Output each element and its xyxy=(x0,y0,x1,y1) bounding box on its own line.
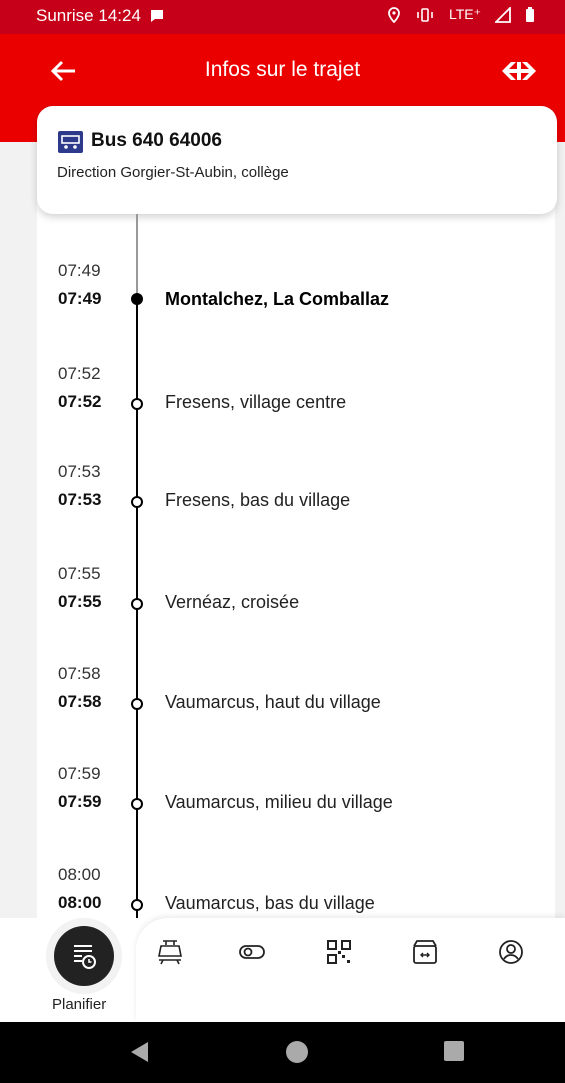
planifier-button[interactable] xyxy=(54,926,114,986)
status-bar: Sunrise 14:24 LTE⁺ xyxy=(0,0,565,34)
stop-row[interactable]: 07:52 07:52 Fresens, village centre xyxy=(0,364,565,434)
planned-time: 07:49 xyxy=(58,261,101,280)
android-nav-bar xyxy=(0,1022,565,1083)
stop-row[interactable]: 07:53 07:53 Fresens, bas du village xyxy=(0,462,565,532)
stop-row[interactable]: 07:55 07:55 Vernéaz, croisée xyxy=(0,564,565,634)
stop-name: Vaumarcus, bas du village xyxy=(165,893,375,913)
planifier-label: Planifier xyxy=(52,996,107,1013)
stop-name: Fresens, village centre xyxy=(165,392,347,412)
stop-dot-icon xyxy=(131,798,143,810)
stop-row[interactable]: 07:49 07:49 Montalchez, La Comballaz xyxy=(0,261,565,331)
stop-row[interactable]: 07:58 07:58 Vaumarcus, haut du village xyxy=(0,664,565,734)
stop-name: Vaumarcus, milieu du village xyxy=(165,792,393,812)
actual-time: 08:00 xyxy=(58,893,102,912)
account-icon[interactable] xyxy=(497,938,525,966)
vibrate-icon xyxy=(417,7,433,22)
actual-time: 07:49 xyxy=(58,289,102,308)
actual-time: 07:59 xyxy=(58,792,102,811)
direction-text: Direction Gorgier-St-Aubin, collège xyxy=(57,164,289,181)
stop-dot-icon xyxy=(131,598,143,610)
stop-name: Vernéaz, croisée xyxy=(165,592,300,612)
signal-icon xyxy=(495,6,511,23)
planned-time: 07:53 xyxy=(58,462,101,481)
planned-time: 07:58 xyxy=(58,664,101,683)
battery-icon xyxy=(526,6,534,22)
journey-card: Bus 640 64006 Direction Gorgier-St-Aubin… xyxy=(37,106,557,214)
actual-time: 07:58 xyxy=(58,692,102,711)
stop-dot-icon xyxy=(131,398,143,410)
sbb-logo-icon[interactable] xyxy=(499,56,539,86)
status-left: Sunrise 14:24 xyxy=(36,6,165,26)
location-icon xyxy=(388,6,400,23)
train-ticket-icon[interactable] xyxy=(156,938,184,966)
stop-name: Fresens, bas du village xyxy=(165,490,351,510)
stop-name: Vaumarcus, haut du village xyxy=(165,692,381,712)
actual-time: 07:55 xyxy=(58,592,102,611)
planned-time: 07:55 xyxy=(58,564,101,583)
shop-ticket-icon[interactable] xyxy=(411,938,439,966)
android-home-icon[interactable] xyxy=(285,1040,309,1064)
bottom-nav xyxy=(136,918,565,1022)
planned-time: 08:00 xyxy=(58,865,101,884)
actual-time: 07:52 xyxy=(58,392,102,411)
message-icon xyxy=(150,10,163,22)
status-right: LTE⁺ xyxy=(387,6,535,23)
stop-dot-icon xyxy=(131,899,143,911)
line-number: Bus 640 64006 xyxy=(91,130,222,151)
stop-dot-icon xyxy=(131,496,143,508)
stop-name: Montalchez, La Comballaz xyxy=(165,289,390,309)
current-stop-dot-icon xyxy=(131,293,143,305)
android-recents-icon[interactable] xyxy=(443,1040,465,1062)
android-back-icon[interactable] xyxy=(128,1040,150,1064)
planifier-icon xyxy=(74,945,96,969)
bus-icon xyxy=(58,131,83,153)
qr-code-icon[interactable] xyxy=(325,938,353,966)
toggle-icon[interactable] xyxy=(238,938,266,966)
stop-row[interactable]: 07:59 07:59 Vaumarcus, milieu du village xyxy=(0,764,565,834)
planned-time: 07:52 xyxy=(58,364,101,383)
stop-dot-icon xyxy=(131,698,143,710)
planned-time: 07:59 xyxy=(58,764,101,783)
actual-time: 07:53 xyxy=(58,490,102,509)
status-time: Sunrise 14:24 xyxy=(36,6,141,25)
network-label: LTE⁺ xyxy=(448,6,481,22)
page-title: Infos sur le trajet xyxy=(204,58,361,81)
